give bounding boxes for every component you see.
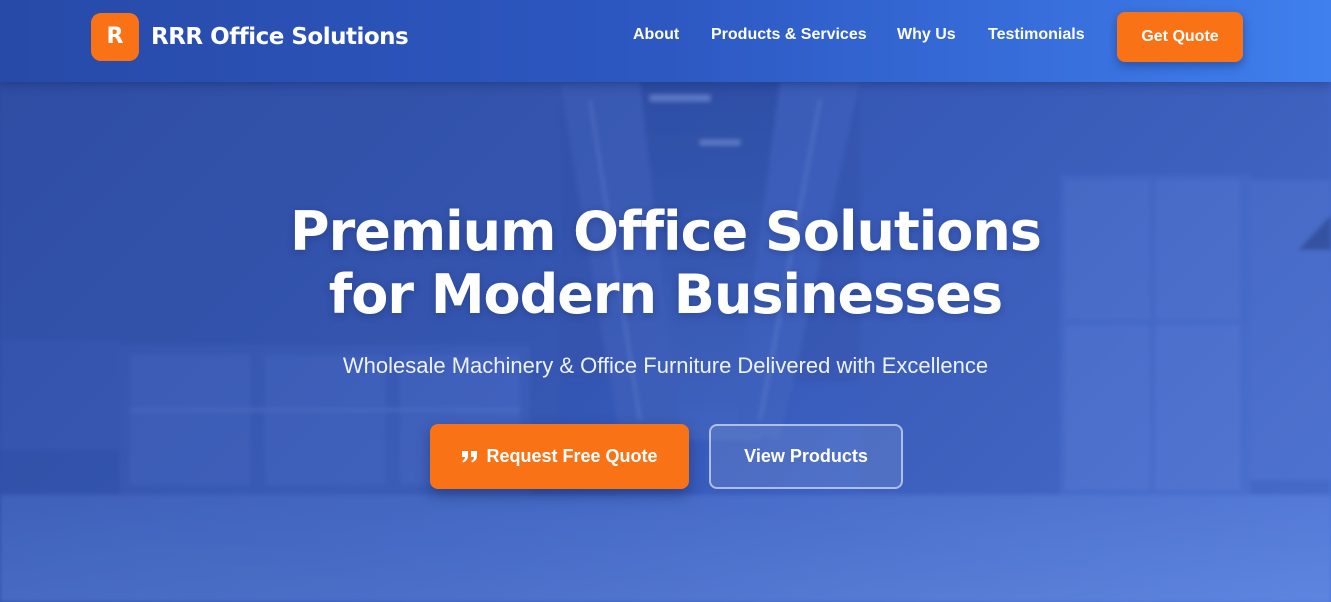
- hero-headline-line2: for Modern Businesses: [328, 263, 1003, 326]
- top-navbar: R RRR Office Solutions About Products & …: [0, 0, 1331, 82]
- request-free-quote-label: Request Free Quote: [486, 446, 658, 466]
- view-products-label: View Products: [744, 446, 868, 466]
- hero-headline-line1: Premium Office Solutions: [290, 200, 1042, 263]
- nav-link-products-services[interactable]: Products & Services: [711, 26, 867, 44]
- quote-icon: [461, 450, 478, 463]
- view-products-button[interactable]: View Products: [709, 424, 903, 489]
- hero-headline: Premium Office Solutions for Modern Busi…: [0, 200, 1331, 326]
- request-free-quote-button[interactable]: Request Free Quote: [430, 424, 689, 489]
- hero-subheadline: Wholesale Machinery & Office Furniture D…: [342, 353, 989, 378]
- get-quote-button[interactable]: Get Quote: [1117, 12, 1243, 62]
- nav-link-about[interactable]: About: [633, 26, 679, 44]
- nav-link-testimonials[interactable]: Testimonials: [988, 26, 1085, 44]
- nav-link-why-us[interactable]: Why Us: [897, 26, 956, 44]
